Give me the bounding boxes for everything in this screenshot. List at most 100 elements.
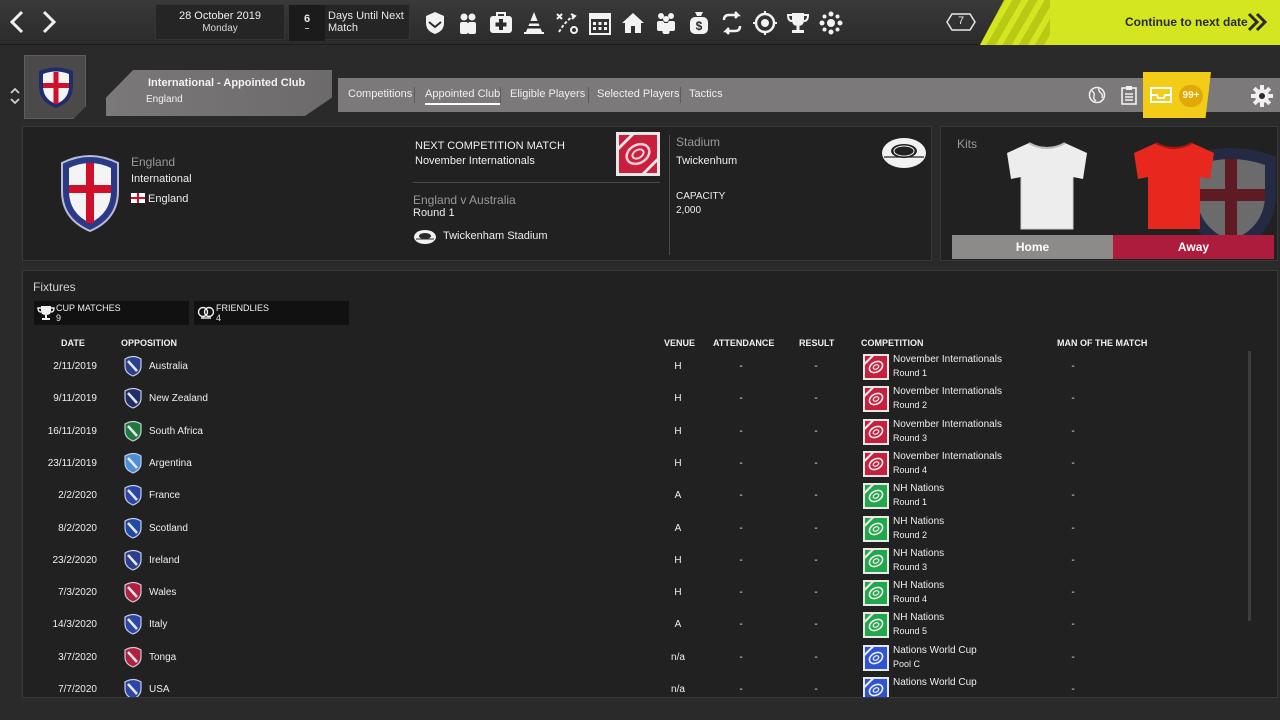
header-opposition[interactable]: OPPOSITION [121,338,177,348]
gear-icon[interactable] [1250,84,1274,108]
fixture-competition[interactable]: NH Nations [893,548,944,559]
table-row[interactable]: 23/2/2020 Ireland H - - NH Nations Round 3 - [23,545,1243,577]
header-man-of-the-match[interactable]: MAN OF THE MATCH [1057,338,1147,348]
fixture-competition[interactable]: November Internationals [893,386,1002,397]
fixture-opposition[interactable]: France [149,490,180,501]
training-cone-icon[interactable] [521,10,547,36]
fixture-opposition[interactable]: Scotland [149,523,188,534]
november-internationals-logo-icon[interactable] [616,132,660,176]
table-row[interactable]: 7/3/2020 Wales H - - NH Nations Round 4 - [23,577,1243,609]
table-row[interactable]: 16/11/2019 South Africa H - - November Intern… [23,416,1243,448]
table-row[interactable]: 14/3/2020 Italy A - - NH Nations Round 5 - [23,609,1243,641]
competition-logo-icon[interactable] [863,418,889,445]
header-competition[interactable]: COMPETITION [861,338,924,348]
cup-matches-filter-button[interactable]: CUP MATCHES 9 [34,301,189,325]
tactics-icon[interactable] [554,10,580,36]
fixture-round: Round 3 [893,561,928,572]
competition-logo-icon[interactable] [863,450,889,477]
fixture-opposition[interactable]: Australia [149,361,188,372]
home-kit-button[interactable]: Home [952,235,1113,259]
tab-separator [680,87,681,103]
opposition-crest-icon [124,646,142,668]
table-row[interactable]: 2/2/2020 France A - - NH Nations Round 1 - [23,480,1243,512]
medical-icon[interactable] [488,10,514,36]
fixture-competition[interactable]: NH Nations [893,580,944,591]
table-row[interactable]: 9/11/2019 New Zealand H - - November Internat… [23,383,1243,415]
shield-icon[interactable] [422,10,448,36]
table-row[interactable]: 2/11/2019 Australia H - - November Internatio… [23,351,1243,383]
fixture-competition[interactable]: November Internationals [893,451,1002,462]
fixture-man-of-the-match: - [1071,490,1075,502]
next-match-fixture[interactable]: England v Australia [413,193,516,207]
table-row[interactable]: 3/7/2020 Tonga n/a - - Nations World Cup Pool … [23,642,1243,674]
fixture-opposition[interactable]: Ireland [149,555,180,566]
players-icon[interactable] [455,10,481,36]
header-date[interactable]: DATE [61,338,85,348]
header-result[interactable]: RESULT [799,338,834,348]
club-title: International - Appointed Club [148,77,306,89]
fixtures-scrollbar[interactable] [1248,351,1251,621]
stadium-name[interactable]: Twickenhum [676,155,737,167]
fixture-competition[interactable]: NH Nations [893,612,944,623]
competition-logo-icon[interactable] [863,483,889,510]
scouting-target-icon[interactable] [752,10,778,36]
competition-logo-icon[interactable] [863,677,889,698]
fixture-competition[interactable]: November Internationals [893,354,1002,365]
competition-logo-icon[interactable] [863,354,889,380]
tab-eligible-players[interactable]: Eligible Players [510,88,585,100]
staff-icon[interactable] [653,10,679,36]
fixture-opposition[interactable]: South Africa [149,426,203,437]
table-row[interactable]: 8/2/2020 Scotland A - - NH Nations Round 2 - [23,513,1243,545]
fixture-opposition[interactable]: Wales [149,587,176,598]
away-shirt-icon[interactable] [1126,139,1222,231]
fixture-opposition[interactable]: New Zealand [149,393,208,404]
competition-logo-icon[interactable] [863,644,889,671]
fixture-opposition[interactable]: Tonga [149,652,176,663]
forward-arrow-icon[interactable] [36,9,60,35]
tab-selected-players[interactable]: Selected Players [597,88,680,100]
tab-competitions[interactable]: Competitions [348,88,412,100]
inbox-button[interactable]: 99+ [1143,72,1211,118]
days-count: 6 [303,13,311,25]
continue-button[interactable]: Continue to next date [980,0,1280,45]
fixture-competition[interactable]: Nations World Cup [893,677,977,688]
fixture-result: - [814,425,818,437]
away-kit-button[interactable]: Away [1113,235,1274,259]
calendar-icon[interactable] [587,10,613,36]
competition-logo-icon[interactable] [863,612,889,639]
transfers-icon[interactable] [719,10,745,36]
fixture-man-of-the-match: - [1071,522,1075,534]
competition-logo-icon[interactable] [863,580,889,607]
home-shirt-icon[interactable] [999,139,1095,231]
finance-icon[interactable]: $ [686,10,712,36]
fixture-competition[interactable]: NH Nations [893,483,944,494]
up-down-switch-icon[interactable] [8,86,22,106]
current-date: 28 October 2019 Monday [155,4,285,40]
tab-appointed-club[interactable]: Appointed Club [425,88,501,105]
header-attendance[interactable]: ATTENDANCE [713,338,774,348]
next-match-competition[interactable]: November Internationals [415,155,535,167]
trophy-icon[interactable] [785,10,811,36]
fixture-opposition[interactable]: USA [149,684,170,695]
fixture-competition[interactable]: Nations World Cup [893,645,977,656]
competition-logo-icon[interactable] [863,547,889,574]
table-row[interactable]: 7/7/2020 USA n/a - - Nations World Cup - [23,674,1243,698]
settings-cog-group-icon[interactable] [818,10,844,36]
back-arrow-icon[interactable] [6,9,30,35]
table-row[interactable]: 23/11/2019 Argentina H - - November Internati… [23,448,1243,480]
home-icon[interactable] [620,10,646,36]
fixture-opposition[interactable]: Italy [149,619,167,630]
club-crest-button[interactable] [24,55,86,119]
fixture-competition[interactable]: November Internationals [893,419,1002,430]
clipboard-icon[interactable] [1119,85,1139,105]
friendlies-filter-button[interactable]: FRIENDLIES 4 [194,301,349,325]
fixture-opposition[interactable]: Argentina [149,458,192,469]
fixture-competition[interactable]: NH Nations [893,516,944,527]
tab-tactics[interactable]: Tactics [689,88,723,100]
globe-icon[interactable] [1087,85,1107,105]
notifications-badge[interactable]: 7 [946,10,976,34]
competition-logo-icon[interactable] [863,515,889,542]
fixture-attendance: - [739,393,743,405]
header-venue[interactable]: VENUE [664,338,695,348]
competition-logo-icon[interactable] [863,386,889,413]
